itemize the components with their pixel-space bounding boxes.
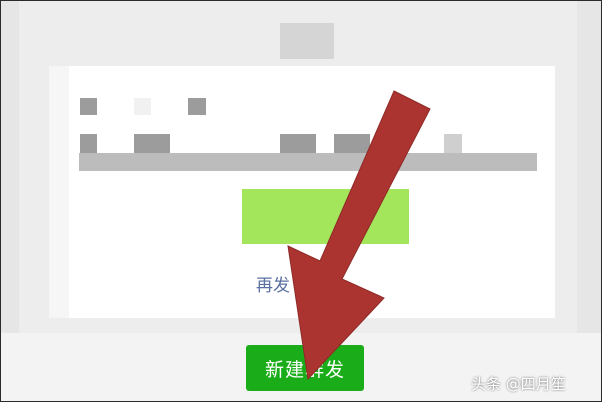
red-arrow-shape bbox=[287, 90, 431, 381]
watermark-text: 头条 @四月笙 bbox=[471, 375, 566, 393]
red-arrow-icon bbox=[287, 90, 431, 381]
screenshot-frame: 再发 新建群发 头条 @四月笙 bbox=[0, 0, 602, 402]
